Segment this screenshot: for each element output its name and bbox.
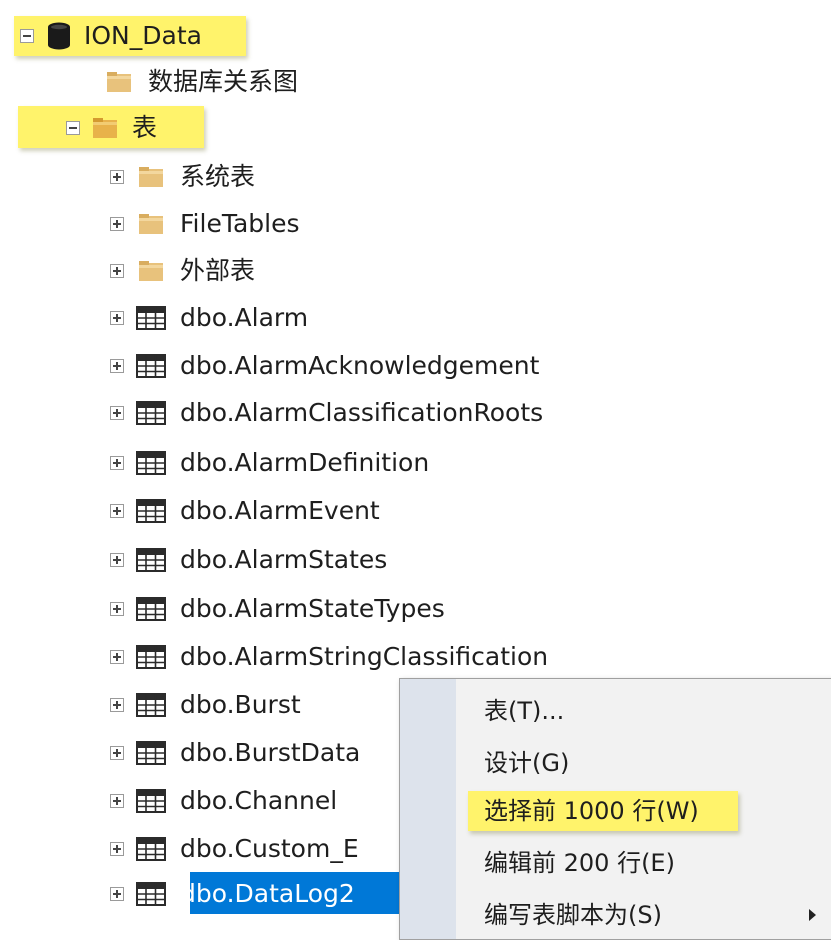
tree-node-table[interactable]: dbo.AlarmEvent [110,491,380,531]
db-diagrams-label: 数据库关系图 [148,67,299,96]
expand-icon[interactable] [110,456,124,470]
collapse-icon[interactable] [20,29,34,43]
tree-node-label: dbo.AlarmStringClassification [180,642,549,671]
table-icon [136,693,166,717]
tree-node-label: dbo.Alarm [180,303,309,332]
expand-icon[interactable] [110,170,124,184]
tree-node-table[interactable]: dbo.AlarmStateTypes [110,589,445,629]
folder-icon [139,214,163,234]
tree-node-label: 系统表 [180,162,256,191]
table-icon [136,837,166,861]
tree-node-label: dbo.AlarmDefinition [180,448,430,477]
expand-icon[interactable] [110,264,124,278]
menu-item-select-top-1000[interactable]: 选择前 1000 行(W) [456,787,831,835]
expand-icon[interactable] [110,359,124,373]
context-menu: 表(T)... 设计(G) 选择前 1000 行(W) 编辑前 200 行(E)… [399,678,831,940]
tree-node-table[interactable]: dbo.AlarmClassificationRoots [110,393,543,433]
tree-node-table[interactable]: dbo.Alarm [110,298,308,338]
table-icon [136,499,166,523]
expand-icon[interactable] [110,887,124,901]
expand-icon[interactable] [110,650,124,664]
folder-icon [139,261,163,281]
table-icon [136,451,166,475]
expand-icon[interactable] [110,311,124,325]
table-icon [136,741,166,765]
tree-node-table[interactable]: dbo.AlarmStringClassification [110,637,548,677]
tree-node-database[interactable]: ION_Data [20,16,202,56]
menu-item-edit-top-200[interactable]: 编辑前 200 行(E) [456,839,831,887]
table-icon [136,354,166,378]
table-icon [136,401,166,425]
tree-node-label: dbo.Channel [180,786,338,815]
context-menu-gutter [400,679,456,939]
expand-icon[interactable] [110,698,124,712]
expand-icon[interactable] [110,406,124,420]
tree-node-label: dbo.AlarmEvent [180,496,380,525]
tree-node-system-tables[interactable]: 系统表 [110,157,255,197]
tree-node-label: dbo.Custom_E [180,834,359,863]
expand-icon[interactable] [110,602,124,616]
menu-item-label: 编辑前 200 行(E) [484,849,675,877]
tree-node-table[interactable]: dbo.AlarmStates [110,540,387,580]
tables-folder-label: 表 [132,113,158,142]
tree-node-table-selected[interactable]: dbo.DataLog2 [110,874,355,914]
tree-node-db-diagrams[interactable]: 数据库关系图 [106,62,298,102]
tree-node-label: FileTables [180,209,300,238]
menu-item-label: 表(T)... [484,697,565,725]
tree-node-table[interactable]: dbo.AlarmAcknowledgement [110,346,539,386]
tree-node-label: dbo.AlarmStates [180,545,388,574]
menu-item-label: 选择前 1000 行(W) [484,797,699,825]
menu-item-label: 编写表脚本为(S) [484,901,662,929]
table-icon [136,306,166,330]
folder-icon [107,72,131,92]
tree-node-table[interactable]: dbo.Burst [110,685,301,725]
table-icon [136,789,166,813]
tree-node-label: dbo.AlarmAcknowledgement [180,351,540,380]
folder-icon [139,167,163,187]
tree-node-filetables[interactable]: FileTables [110,204,300,244]
table-icon [136,597,166,621]
tree-node-external-tables[interactable]: 外部表 [110,251,255,291]
expand-icon[interactable] [110,746,124,760]
table-icon [136,882,166,906]
database-label: ION_Data [84,21,202,50]
expand-icon[interactable] [110,217,124,231]
table-icon [136,645,166,669]
tree-node-table[interactable]: dbo.AlarmDefinition [110,443,429,483]
collapse-icon[interactable] [66,121,80,135]
tree-node-table[interactable]: dbo.Custom_E [110,829,359,869]
tree-node-label: 外部表 [180,256,256,285]
tree-node-label: dbo.AlarmClassificationRoots [180,398,544,427]
database-icon [48,22,70,50]
folder-icon [93,118,117,138]
tree-node-label: dbo.AlarmStateTypes [180,594,445,623]
tree-node-label: dbo.Burst [180,690,301,719]
menu-item-table-properties[interactable]: 表(T)... [456,687,831,735]
menu-item-label: 设计(G) [484,749,570,777]
tree-node-label: dbo.BurstData [180,738,361,767]
submenu-arrow-icon [809,909,816,921]
tree-node-tables-folder[interactable]: 表 [66,108,157,148]
tree-node-table[interactable]: dbo.Channel [110,781,337,821]
expand-icon[interactable] [110,842,124,856]
tree-node-table[interactable]: dbo.BurstData [110,733,360,773]
menu-item-design[interactable]: 设计(G) [456,739,831,787]
table-icon [136,548,166,572]
menu-item-script-table-as[interactable]: 编写表脚本为(S) [456,891,831,939]
tree-node-label: dbo.DataLog2 [180,879,355,908]
expand-icon[interactable] [110,794,124,808]
expand-icon[interactable] [110,504,124,518]
expand-icon[interactable] [110,553,124,567]
